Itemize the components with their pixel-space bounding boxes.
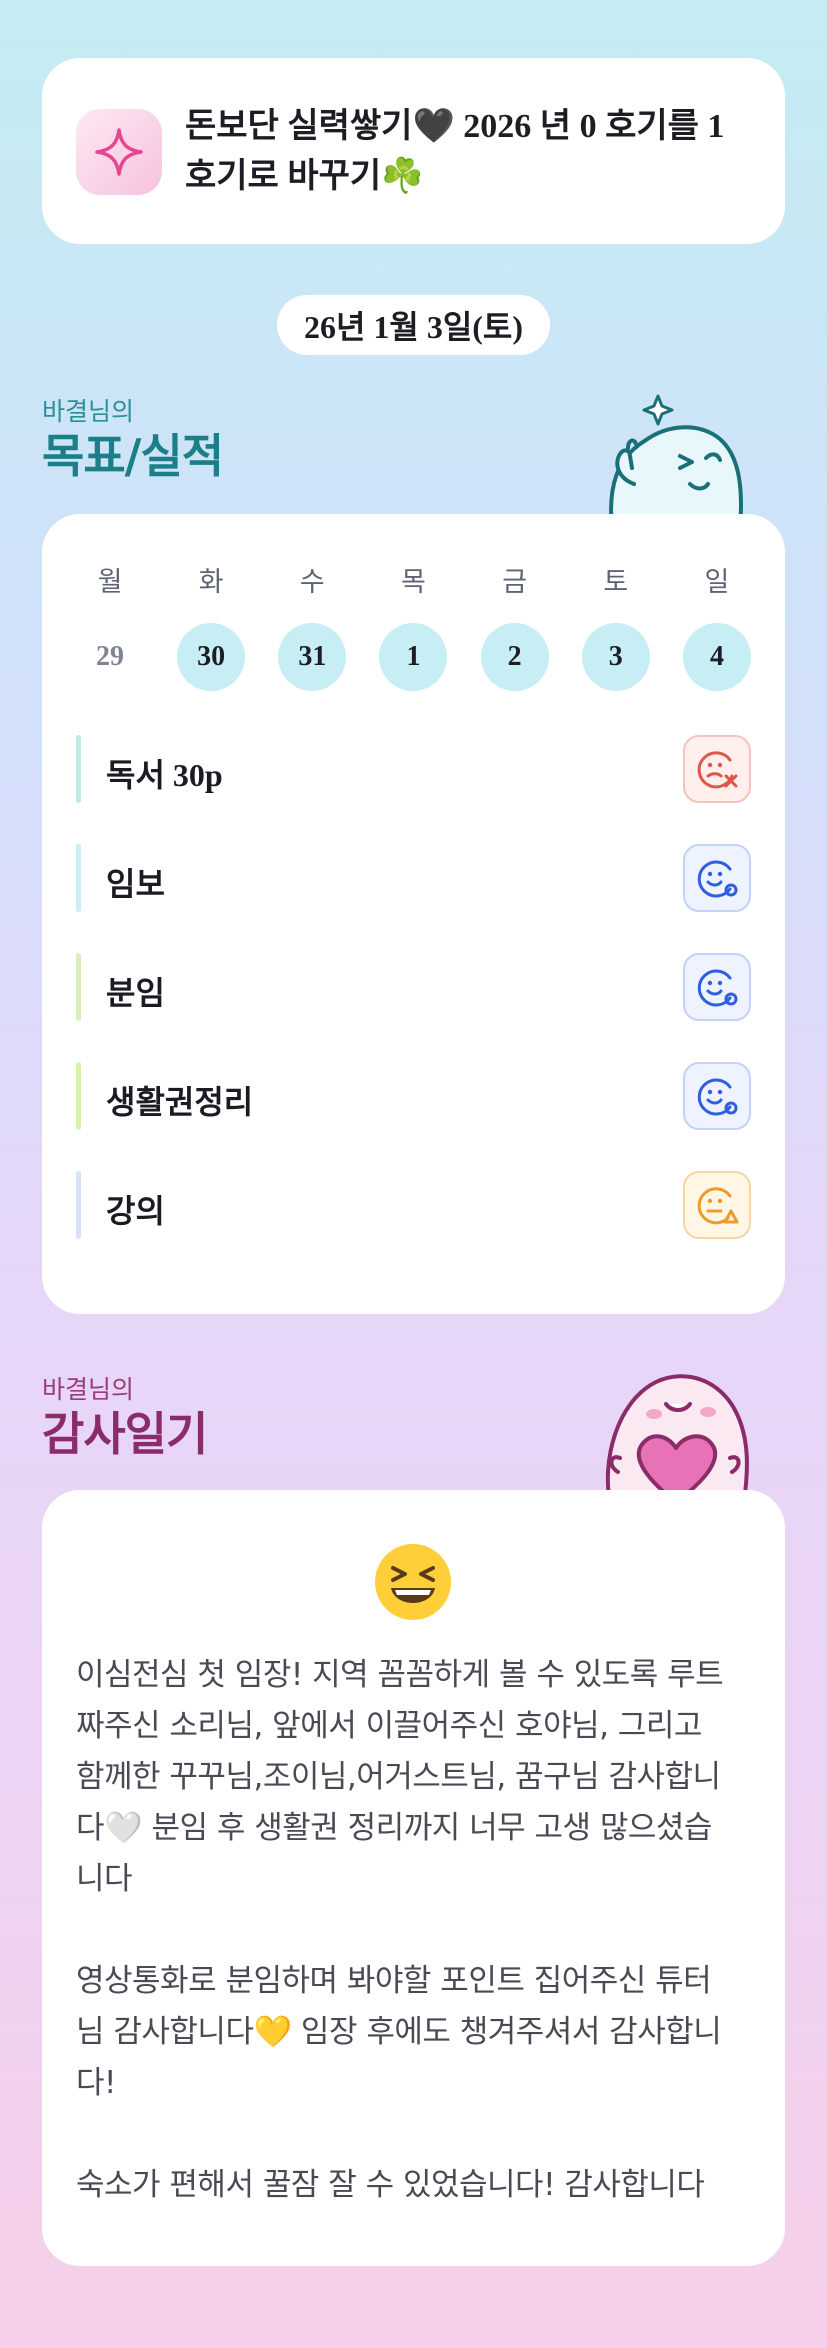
grinning-squint-emoji-icon (375, 1544, 451, 1620)
weekday-label: 수 (299, 567, 325, 598)
goal-label: 생활권정리 (106, 1083, 254, 1121)
face-o-icon[interactable] (683, 953, 751, 1021)
goal-title-text: 돈보단 실력쌓기🖤 2026 년 0 호기를 1호기로 바꾸기☘️ (185, 108, 725, 195)
date-cell[interactable]: 2 (480, 623, 549, 691)
sparkle-icon (76, 109, 162, 195)
goals-title: 목표/실적 (42, 429, 224, 483)
diary-body-text: 이심전심 첫 임장! 지역 꼼꼼하게 볼 수 있도록 루트 짜주신 소리님, 앞… (76, 1657, 724, 2203)
goal-row[interactable]: 분임 (76, 953, 751, 1021)
face-o-icon[interactable] (683, 844, 751, 912)
weekday-label: 월 (97, 567, 123, 598)
goal-bar (76, 735, 81, 803)
mascot-heart-icon (605, 1374, 749, 1502)
face-o-icon[interactable] (683, 1062, 751, 1130)
date-cell[interactable]: 30 (177, 623, 246, 691)
goal-card: 월 화 수 목 금 토 일 29 30 31 1 2 3 4 독서 30p 임보 (42, 514, 785, 1314)
mascot-thumbs-up-icon (609, 394, 743, 528)
weekday-label: 일 (704, 567, 730, 598)
diary-title: 감사일기 (42, 1407, 208, 1461)
weekday-label: 금 (502, 567, 528, 598)
date-cell[interactable]: 4 (682, 623, 751, 691)
goal-label: 독서 30p (106, 757, 223, 793)
date-cell[interactable]: 29 (76, 623, 144, 691)
goal-bar (76, 844, 81, 912)
gratitude-diary-card: 이심전심 첫 임장! 지역 꼼꼼하게 볼 수 있도록 루트 짜주신 소리님, 앞… (42, 1490, 785, 2266)
goal-label: 분임 (106, 974, 165, 1012)
week-dates: 29 30 31 1 2 3 4 (76, 623, 751, 691)
weekday-label: 토 (603, 567, 629, 598)
goal-row[interactable]: 생활권정리 (76, 1062, 751, 1130)
goal-row[interactable]: 강의 (76, 1171, 751, 1239)
goal-row[interactable]: 독서 30p (76, 735, 751, 803)
date-pill[interactable]: 26년 1월 3일(토) (277, 295, 550, 355)
goal-bar (76, 1171, 81, 1239)
face-x-icon[interactable] (683, 735, 751, 803)
goal-row[interactable]: 임보 (76, 844, 751, 912)
date-cell[interactable]: 1 (379, 623, 448, 691)
face-triangle-icon[interactable] (683, 1171, 751, 1239)
goal-label: 강의 (106, 1192, 165, 1230)
weekday-label: 목 (401, 567, 426, 598)
goal-label: 임보 (106, 865, 165, 903)
goal-title-card: 돈보단 실력쌓기🖤 2026 년 0 호기를 1호기로 바꾸기☘️ (42, 58, 785, 244)
weekday-header: 월 화 수 목 금 토 일 (76, 560, 751, 599)
date-cell[interactable]: 31 (278, 623, 347, 691)
goal-bar (76, 953, 81, 1021)
weekday-label: 화 (198, 567, 224, 598)
date-cell[interactable]: 3 (581, 623, 650, 691)
goal-bar (76, 1062, 81, 1130)
